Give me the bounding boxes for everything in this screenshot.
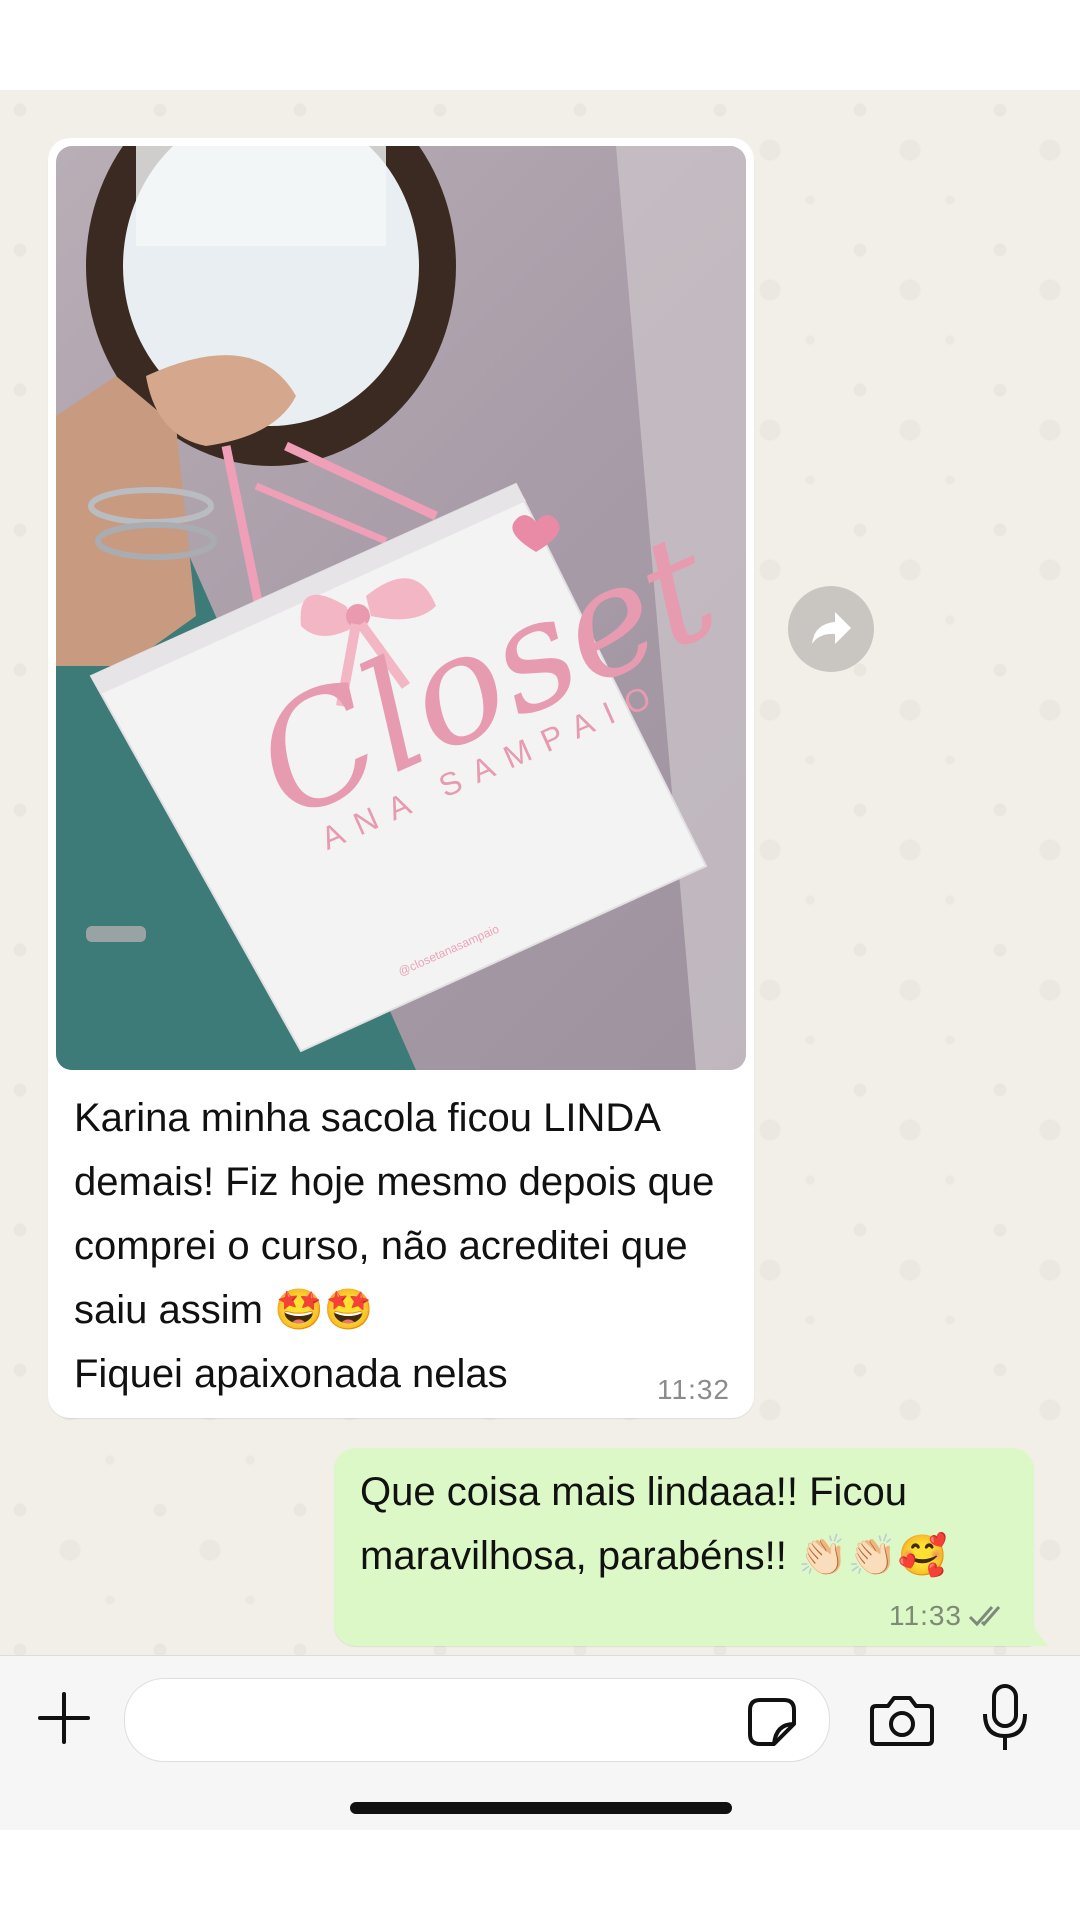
outgoing-message-bubble[interactable]: Que coisa mais lindaaa!! Ficou maravilho…: [334, 1448, 1034, 1646]
outgoing-message-text: Que coisa mais lindaaa!! Ficou maravilho…: [360, 1470, 948, 1578]
plus-icon[interactable]: [36, 1690, 92, 1746]
incoming-message-time: 11:32: [657, 1374, 730, 1405]
message-photo[interactable]: Closet ANA SAMPAIO @closetanasampaio: [56, 146, 746, 1070]
camera-icon[interactable]: [870, 1692, 934, 1748]
incoming-message-text: Karina minha sacola ficou LINDA demais! …: [74, 1096, 715, 1396]
bottom-safe-area: [0, 1830, 1080, 1920]
sticker-icon[interactable]: [746, 1696, 798, 1748]
chat-area[interactable]: Closet ANA SAMPAIO @closetanasampaio Kar…: [0, 90, 1080, 1655]
message-input[interactable]: [124, 1678, 830, 1762]
microphone-icon[interactable]: [980, 1684, 1030, 1752]
outgoing-message-meta: 11:33: [889, 1600, 1008, 1632]
double-check-icon: [968, 1606, 1001, 1627]
home-indicator[interactable]: [350, 1802, 732, 1814]
outgoing-message-time: 11:33: [889, 1600, 962, 1631]
forward-button[interactable]: [788, 586, 874, 672]
outgoing-bubble-tail: [1028, 1620, 1048, 1646]
incoming-message-bubble[interactable]: Closet ANA SAMPAIO @closetanasampaio Kar…: [48, 138, 754, 1418]
forward-icon: [812, 612, 851, 644]
